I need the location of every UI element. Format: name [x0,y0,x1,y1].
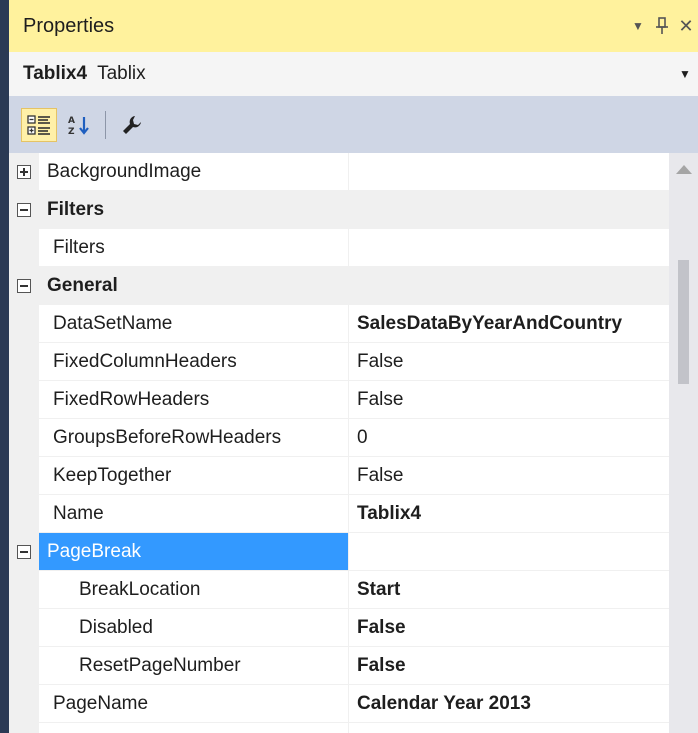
property-grid: BackgroundImage Filters Filters General Data… [9,153,669,733]
window-left-edge [0,0,9,733]
row-gutter [9,647,39,685]
property-row[interactable]: KeepTogether False [9,457,669,495]
property-value [348,267,669,305]
property-name[interactable]: FixedRowHeaders [39,381,348,419]
property-row[interactable]: FixedColumnHeaders False [9,343,669,381]
collapse-icon[interactable] [17,279,31,293]
row-gutter [9,343,39,381]
property-value[interactable]: Calendar Year 2013 [348,685,669,723]
pin-icon[interactable] [650,11,674,41]
row-gutter [9,229,39,267]
property-row[interactable]: Disabled False [9,609,669,647]
property-row[interactable]: PageBreak [9,533,669,571]
collapse-icon[interactable] [17,203,31,217]
property-row[interactable]: FixedRowHeaders False [9,381,669,419]
property-row[interactable]: Filters [9,229,669,267]
property-value[interactable] [348,723,669,733]
row-gutter [9,571,39,609]
property-value[interactable]: Start [348,571,669,609]
svg-text:A: A [68,116,75,126]
svg-text:Z: Z [68,127,75,136]
close-icon[interactable]: ✕ [674,11,698,41]
property-row[interactable]: ResetPageNumber False [9,647,669,685]
property-name[interactable]: DataSetName [39,305,348,343]
property-name[interactable]: PageBreak [39,533,348,571]
property-name[interactable]: FixedColumnHeaders [39,343,348,381]
property-value[interactable]: False [348,457,669,495]
row-gutter [9,533,39,571]
property-value[interactable]: Tablix4 [348,495,669,533]
property-name[interactable]: KeepTogether [39,457,348,495]
property-name[interactable]: PageName [39,685,348,723]
wrench-icon [123,115,141,134]
property-value[interactable]: False [348,381,669,419]
property-value[interactable]: False [348,647,669,685]
property-name[interactable]: ResetPageNumber [39,647,348,685]
property-name[interactable]: BreakLocation [39,571,348,609]
property-value[interactable]: 0 [348,419,669,457]
row-gutter [9,191,39,229]
row-gutter [9,609,39,647]
categorized-button[interactable] [21,107,57,142]
row-gutter [9,153,39,191]
category-row[interactable]: Filters [9,191,669,229]
expand-icon[interactable] [17,165,31,179]
property-row[interactable]: BreakLocation Start [9,571,669,609]
collapse-icon[interactable] [17,545,31,559]
property-name[interactable] [39,723,348,733]
toolbar-separator [105,110,106,139]
properties-panel: Properties ▼ ✕ Tablix4 Tablix ▼ A Z Back… [9,0,698,733]
property-name[interactable]: Disabled [39,609,348,647]
row-gutter [9,495,39,533]
row-gutter [9,305,39,343]
alphabetical-button[interactable]: A Z [61,108,97,142]
row-gutter [9,723,39,733]
property-row[interactable]: Name Tablix4 [9,495,669,533]
toolbar: A Z [9,96,698,153]
property-value[interactable]: False [348,343,669,381]
property-value[interactable]: False [348,609,669,647]
property-value[interactable]: SalesDataByYearAndCountry [348,305,669,343]
category-name[interactable]: General [39,267,348,305]
property-value [348,191,669,229]
window-position-dropdown-icon[interactable]: ▼ [626,11,650,41]
row-gutter [9,419,39,457]
scroll-up-arrow-icon[interactable] [676,165,692,174]
property-row[interactable]: PageName Calendar Year 2013 [9,685,669,723]
property-row[interactable]: DataSetName SalesDataByYearAndCountry [9,305,669,343]
pin-icon-shape [656,17,668,34]
categorized-icon [27,114,50,135]
vertical-scrollbar[interactable] [669,153,698,733]
object-selector[interactable]: Tablix4 Tablix ▼ [9,52,698,96]
category-row[interactable]: General [9,267,669,305]
property-value[interactable] [348,533,669,571]
property-row[interactable]: GroupsBeforeRowHeaders 0 [9,419,669,457]
property-value[interactable] [348,229,669,267]
property-name[interactable]: Name [39,495,348,533]
title-bar: Properties ▼ ✕ [9,0,698,52]
title-controls: ▼ ✕ [626,0,698,52]
row-gutter [9,381,39,419]
property-row[interactable] [9,723,669,733]
object-type: Tablix [97,63,146,84]
property-value[interactable] [348,153,669,191]
property-name[interactable]: BackgroundImage [39,153,348,191]
row-gutter [9,457,39,495]
alphabetical-icon: A Z [68,116,89,136]
chevron-down-icon[interactable]: ▼ [674,52,696,96]
category-name[interactable]: Filters [39,191,348,229]
panel-title: Properties [23,14,115,37]
row-gutter [9,685,39,723]
row-gutter [9,267,39,305]
property-row[interactable]: BackgroundImage [9,153,669,191]
property-pages-button[interactable] [114,108,150,142]
scrollbar-thumb[interactable] [678,260,689,384]
property-name[interactable]: GroupsBeforeRowHeaders [39,419,348,457]
property-name[interactable]: Filters [39,229,348,267]
object-name: Tablix4 [23,63,88,84]
